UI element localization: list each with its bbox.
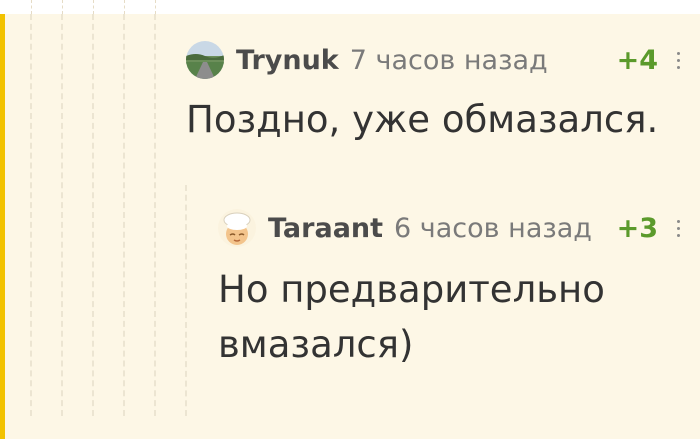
- thread-branch-line[interactable]: [61, 14, 63, 416]
- thread-branch-line[interactable]: [154, 14, 156, 416]
- thread-branch-line[interactable]: [123, 14, 125, 416]
- thread-branch-line[interactable]: [92, 14, 94, 416]
- comment-time[interactable]: 7 часов назад: [350, 45, 548, 76]
- comment: Trynuk 7 часов назад +4 Поздно, уже обма…: [186, 38, 686, 147]
- comment-text: Но предварительно вмазался): [218, 268, 605, 366]
- comment-author[interactable]: Taraant: [268, 213, 383, 244]
- comment-header: Trynuk 7 часов назад +4: [186, 38, 686, 82]
- landscape-road-icon: [186, 41, 224, 79]
- more-options-icon[interactable]: [670, 219, 686, 237]
- comment-rating: +4: [616, 44, 658, 76]
- comment-rating: +3: [616, 212, 658, 244]
- avatar[interactable]: [186, 41, 224, 79]
- comment-time[interactable]: 6 часов назад: [394, 213, 599, 244]
- branch-line-segment: [31, 0, 32, 14]
- comment-text: Поздно, уже обмазался.: [186, 98, 659, 141]
- branch-line-segment: [155, 0, 156, 14]
- comment: Taraant 6 часов назад +3 Но предваритель…: [218, 206, 686, 372]
- avatar[interactable]: [218, 209, 256, 247]
- top-strip: [0, 0, 700, 14]
- more-options-icon[interactable]: [670, 51, 686, 69]
- branch-line-segment: [93, 0, 94, 14]
- thread-accent-bar[interactable]: [0, 14, 5, 439]
- branch-line-segment: [62, 0, 63, 14]
- comment-header: Taraant 6 часов назад +3: [218, 206, 686, 250]
- chef-avatar-icon: [218, 209, 256, 247]
- comment-author[interactable]: Trynuk: [236, 45, 339, 76]
- thread-branch-line[interactable]: [30, 14, 32, 416]
- branch-line-segment: [124, 0, 125, 14]
- thread-branch-line[interactable]: [185, 185, 187, 416]
